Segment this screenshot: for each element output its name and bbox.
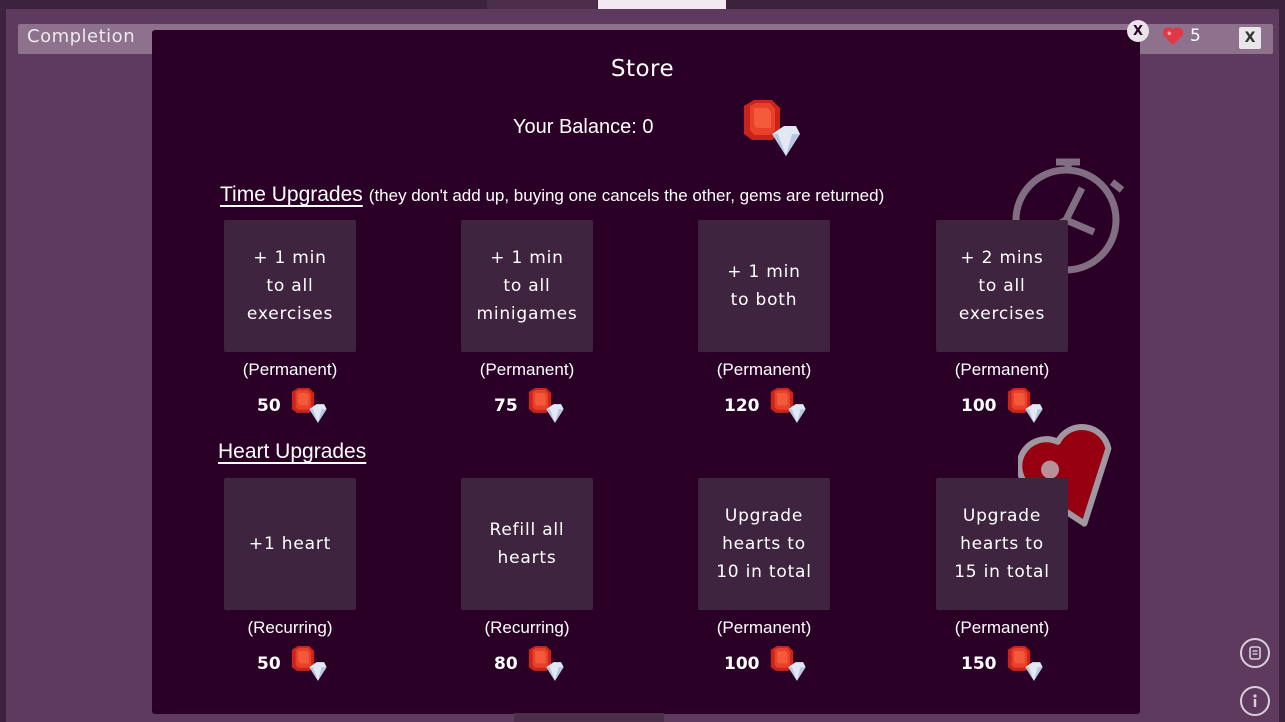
- price-value: 75: [494, 396, 518, 416]
- price-value: 150: [961, 654, 997, 674]
- window-frame-left: [0, 0, 6, 722]
- heart-upgrades-heading: Heart Upgrades: [218, 440, 366, 464]
- time-upgrades-title: Time Upgrades: [220, 183, 363, 206]
- price-value: 100: [961, 396, 997, 416]
- scroll-icon[interactable]: [1240, 638, 1270, 668]
- gem-icon: [289, 388, 327, 424]
- completion-label: Completion: [27, 26, 136, 47]
- time-upgrade-price-4: 100: [961, 388, 1043, 424]
- bottom-tab: [514, 713, 664, 722]
- time-upgrade-type-1: (Permanent): [242, 360, 338, 379]
- time-upgrade-price-2: 75: [494, 388, 564, 424]
- heart-upgrade-price-3: 100: [724, 646, 806, 682]
- time-upgrade-type-3: (Permanent): [716, 360, 812, 379]
- time-upgrade-card-2[interactable]: + 1 min to all minigames: [461, 220, 593, 352]
- heart-upgrade-type-2: (Recurring): [484, 618, 570, 637]
- time-upgrade-card-3[interactable]: + 1 min to both: [698, 220, 830, 352]
- time-upgrade-type-2: (Permanent): [479, 360, 575, 379]
- hearts-status: 5: [1162, 26, 1201, 46]
- heart-upgrade-type-4: (Permanent): [954, 618, 1050, 637]
- heart-upgrade-price-4: 150: [961, 646, 1043, 682]
- time-upgrade-price-3: 120: [724, 388, 806, 424]
- heart-upgrades-title: Heart Upgrades: [218, 440, 367, 463]
- heart-upgrade-type-3: (Permanent): [716, 618, 812, 637]
- price-value: 100: [724, 654, 760, 674]
- gem-icon: [740, 100, 800, 158]
- price-value: 50: [257, 654, 281, 674]
- hearts-count: 5: [1190, 26, 1201, 46]
- close-store-button[interactable]: X: [1127, 20, 1149, 42]
- time-upgrades-note: (they don't add up, buying one cancels t…: [368, 186, 885, 205]
- top-tab: [487, 0, 597, 9]
- price-value: 80: [494, 654, 518, 674]
- gem-icon: [768, 388, 806, 424]
- info-icon[interactable]: [1240, 686, 1270, 716]
- heart-upgrade-type-1: (Recurring): [247, 618, 333, 637]
- heart-upgrade-card-2[interactable]: Refill all hearts: [461, 478, 593, 610]
- info-glyph: [1253, 694, 1257, 707]
- time-upgrade-price-1: 50: [257, 388, 327, 424]
- heart-upgrade-price-2: 80: [494, 646, 564, 682]
- heart-upgrade-price-1: 50: [257, 646, 327, 682]
- gem-icon: [768, 646, 806, 682]
- window-frame-right: [1279, 0, 1285, 722]
- price-value: 50: [257, 396, 281, 416]
- scroll-glyph: [1249, 646, 1261, 660]
- time-upgrade-card-4[interactable]: + 2 mins to all exercises: [936, 220, 1068, 352]
- gem-icon: [289, 646, 327, 682]
- heart-icon: [1162, 27, 1184, 46]
- time-upgrades-heading: Time Upgrades (they don't add up, buying …: [220, 183, 884, 207]
- gem-icon: [1005, 646, 1043, 682]
- store-title: Store: [610, 56, 675, 82]
- gem-icon: [526, 388, 564, 424]
- price-value: 120: [724, 396, 760, 416]
- gem-icon: [526, 646, 564, 682]
- heart-upgrade-card-4[interactable]: Upgrade hearts to 15 in total: [936, 478, 1068, 610]
- heart-upgrade-card-1[interactable]: +1 heart: [224, 478, 356, 610]
- close-game-button[interactable]: X: [1239, 27, 1261, 49]
- time-upgrade-type-4: (Permanent): [954, 360, 1050, 379]
- gem-icon: [1005, 388, 1043, 424]
- time-upgrade-card-1[interactable]: + 1 min to all exercises: [224, 220, 356, 352]
- balance-text: Your Balance: 0: [513, 116, 654, 138]
- heart-upgrade-card-3[interactable]: Upgrade hearts to 10 in total: [698, 478, 830, 610]
- top-tab-active: [598, 0, 726, 9]
